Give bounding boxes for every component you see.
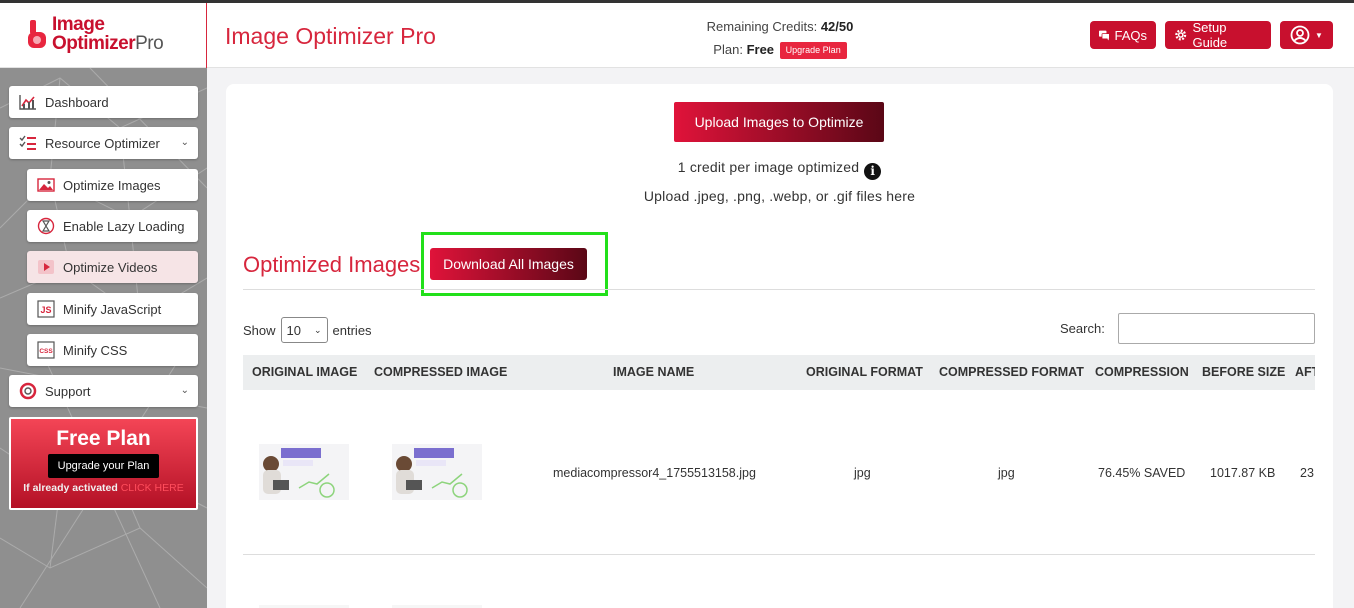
plan-label: Plan: [713, 42, 743, 57]
logo-icon [28, 20, 46, 48]
entries-control: Show 10 ⌄ entries [243, 317, 372, 343]
js-file-icon: JS [36, 299, 56, 319]
checklist-icon [18, 133, 38, 153]
sidebar-item-label: Minify CSS [63, 342, 128, 358]
col-after-size[interactable]: AFT [1295, 355, 1315, 390]
main-content-card: Upload Images to Optimize 1 credit per i… [226, 84, 1333, 608]
col-compression[interactable]: COMPRESSION [1095, 355, 1189, 390]
info-icon[interactable]: i [864, 163, 882, 180]
sidebar-item-enable-lazy-loading[interactable]: Enable Lazy Loading [27, 210, 198, 242]
hourglass-icon [36, 216, 56, 236]
chevron-down-icon: ⌄ [180, 385, 189, 396]
col-original-image[interactable]: ORIGINAL IMAGE [252, 355, 357, 390]
entries-select-value: 10 [286, 322, 301, 338]
setup-guide-button[interactable]: Setup Guide [1165, 20, 1271, 50]
caret-down-icon: ▼ [1315, 30, 1323, 40]
svg-text:CSS: CSS [39, 348, 53, 355]
entries-label: entries [332, 322, 372, 338]
gear-icon [1175, 29, 1187, 41]
logo-text-pro: Pro [135, 33, 164, 54]
logo-text-line1: Image [52, 14, 105, 35]
click-here-link[interactable]: CLICK HERE [121, 482, 184, 494]
search-input[interactable] [1118, 313, 1315, 344]
cell-before-size: 1017.87 KB [1210, 466, 1276, 480]
thumbnail-image [259, 444, 349, 500]
faqs-label: FAQs [1114, 27, 1147, 43]
faqs-button[interactable]: FAQs [1090, 21, 1156, 49]
credit-note-text: 1 credit per image optimized [677, 159, 860, 175]
top-header: Image OptimizerPro Image Optimizer Pro R… [0, 3, 1354, 68]
plan-value: Free [746, 42, 775, 57]
search-label: Search: [1060, 321, 1105, 336]
sidebar: Dashboard Resource Optimizer ⌄ Optimize … [0, 68, 207, 608]
cell-after-size: 23 [1300, 466, 1314, 480]
upload-images-button[interactable]: Upload Images to Optimize [674, 102, 884, 142]
cell-compression: 76.45% SAVED [1098, 466, 1186, 480]
video-play-icon [36, 257, 56, 277]
credits-info: Remaining Credits: 42/50 Plan: Free Upgr… [680, 15, 880, 61]
css-file-icon: CSS [36, 340, 56, 360]
sidebar-item-dashboard[interactable]: Dashboard [9, 86, 198, 118]
app-title: Image Optimizer Pro [225, 23, 436, 49]
chat-icon [1099, 30, 1110, 40]
sidebar-item-label: Support [45, 383, 91, 399]
col-before-size[interactable]: BEFORE SIZE [1202, 355, 1285, 390]
setup-guide-label: Setup Guide [1192, 20, 1228, 50]
sidebar-item-optimize-images[interactable]: Optimize Images [27, 169, 198, 201]
image-icon [36, 175, 56, 195]
compressed-image-thumbnail[interactable] [392, 444, 482, 500]
svg-text:JS: JS [40, 305, 51, 315]
section-divider [243, 289, 1315, 290]
sidebar-item-support[interactable]: Support ⌄ [9, 375, 198, 407]
sidebar-item-minify-css[interactable]: CSS Minify CSS [27, 334, 198, 366]
logo[interactable]: Image OptimizerPro [0, 3, 207, 68]
chevron-down-icon: ⌄ [313, 324, 322, 335]
activation-note-text: If already activated [23, 482, 118, 494]
logo-text-optimizer: Optimizer [52, 33, 136, 54]
credits-value: 42/50 [820, 19, 854, 34]
sidebar-item-label: Optimize Videos [63, 259, 158, 275]
chart-icon [18, 92, 38, 112]
row-divider [243, 554, 1315, 555]
user-icon [1290, 25, 1310, 45]
free-plan-promo: Free Plan Upgrade your Plan If already a… [9, 417, 198, 510]
sidebar-item-label: Enable Lazy Loading [63, 218, 185, 234]
upload-hint: Upload .jpeg, .png, .webp, or .gif files… [643, 188, 916, 204]
sidebar-item-label: Minify JavaScript [63, 301, 162, 317]
upgrade-your-plan-button[interactable]: Upgrade your Plan [47, 454, 160, 478]
support-icon [18, 381, 38, 401]
cell-image-name: mediacompressor4_1755513158.jpg [553, 466, 756, 480]
original-image-thumbnail[interactable] [259, 444, 349, 500]
activation-note: If already activated CLICK HERE [11, 482, 196, 494]
col-image-name[interactable]: IMAGE NAME [613, 355, 694, 390]
optimized-images-table: ORIGINAL IMAGE COMPRESSED IMAGE IMAGE NA… [243, 355, 1315, 608]
credits-label: Remaining Credits: [706, 19, 818, 34]
sidebar-item-label: Resource Optimizer [45, 135, 160, 151]
sidebar-item-label: Optimize Images [63, 177, 161, 193]
credit-note: 1 credit per image optimized i [226, 159, 1333, 180]
show-label: Show [243, 322, 276, 338]
thumbnail-image [392, 444, 482, 500]
free-plan-title: Free Plan [56, 427, 151, 450]
sidebar-item-optimize-videos[interactable]: Optimize Videos [27, 251, 198, 283]
col-compressed-format[interactable]: COMPRESSED FORMAT [939, 355, 1084, 390]
sidebar-item-resource-optimizer[interactable]: Resource Optimizer ⌄ [9, 127, 198, 159]
entries-select[interactable]: 10 ⌄ [280, 317, 328, 343]
col-compressed-image[interactable]: COMPRESSED IMAGE [374, 355, 507, 390]
cell-compressed-format: jpg [998, 466, 1015, 480]
table-header: ORIGINAL IMAGE COMPRESSED IMAGE IMAGE NA… [243, 355, 1315, 390]
download-all-images-button[interactable]: Download All Images [430, 248, 587, 280]
logo-text-line2: OptimizerPro [52, 33, 164, 55]
chevron-down-icon: ⌄ [180, 137, 189, 148]
cell-original-format: jpg [854, 466, 871, 480]
col-original-format[interactable]: ORIGINAL FORMAT [806, 355, 923, 390]
section-title: Optimized Images [243, 252, 421, 277]
sidebar-item-minify-javascript[interactable]: JS Minify JavaScript [27, 293, 198, 325]
sidebar-item-label: Dashboard [45, 94, 109, 110]
user-menu-button[interactable]: ▼ [1280, 21, 1333, 49]
upgrade-plan-button[interactable]: Upgrade Plan [779, 42, 847, 60]
